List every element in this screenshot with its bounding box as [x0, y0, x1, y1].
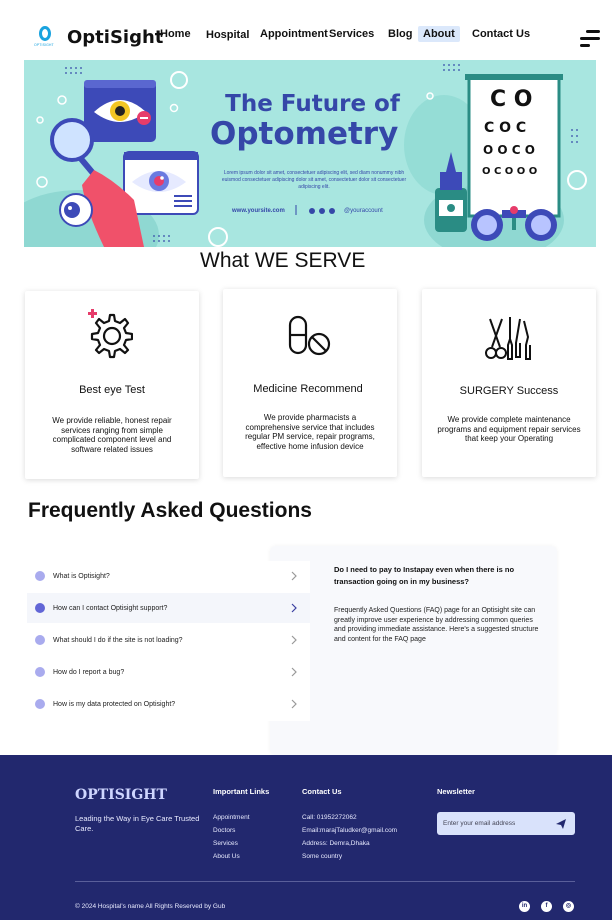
nav-home[interactable]: Home — [160, 28, 191, 40]
service-card-title: Best eye Test — [79, 384, 145, 396]
nav-appointment[interactable]: Appointment — [260, 28, 328, 40]
newsletter-form — [437, 812, 575, 835]
send-icon[interactable] — [555, 818, 567, 830]
hamburger-icon[interactable] — [580, 30, 600, 48]
bullet-dot-icon — [35, 603, 45, 613]
newsletter-email-input[interactable] — [437, 812, 547, 835]
hero-title: The Future of Optometry — [210, 89, 420, 152]
hero-account: @youraccount — [344, 208, 383, 214]
chevron-right-icon — [291, 667, 297, 677]
faq-question-list: What is Optisight? How can I contact Opt… — [27, 561, 310, 721]
faq-question: How do I report a bug? — [53, 668, 125, 676]
faq-question: How can I contact Optisight support? — [53, 604, 168, 612]
faq-question: How is my data protected on Optisight? — [53, 700, 176, 708]
logo-text: OptiSight — [67, 26, 164, 48]
nav-hospital[interactable]: Hospital — [206, 29, 249, 41]
svg-text:C O C: C O C — [484, 120, 526, 136]
footer-link-about[interactable]: About Us — [213, 853, 240, 860]
logo[interactable]: OPTISIGHT OptiSight — [34, 24, 163, 50]
serve-section-title: What WE SERVE — [200, 249, 366, 272]
faq-question: What is Optisight? — [53, 572, 110, 580]
service-card-surgery[interactable]: SURGERY Success We provide complete main… — [422, 289, 596, 477]
logo-drop-icon: OPTISIGHT — [34, 24, 56, 50]
faq-question: What should I do if the site is not load… — [53, 636, 183, 644]
footer-link-appointment[interactable]: Appointment — [213, 814, 250, 821]
service-card-eye-test[interactable]: Best eye Test We provide reliable, hones… — [25, 291, 199, 479]
footer-brand: OPTISIGHT — [75, 787, 167, 803]
footer-link-services[interactable]: Services — [213, 840, 238, 847]
footer-contact-country: Some country — [302, 853, 343, 860]
service-card-title: Medicine Recommend — [253, 383, 363, 395]
instagram-icon[interactable]: ◎ — [563, 901, 574, 912]
footer-copyright: © 2024 Hospital's name All Rights Reserv… — [75, 903, 226, 910]
footer-contact-phone: Call: 01952272062 — [302, 814, 357, 821]
chevron-right-icon — [291, 699, 297, 709]
faq-item[interactable]: What should I do if the site is not load… — [27, 625, 310, 655]
faq-item[interactable]: How can I contact Optisight support? — [27, 593, 310, 623]
footer-contact-email: Email:marajTaludker@gmail.com — [302, 827, 398, 834]
svg-text:O O C O: O O C O — [483, 143, 535, 157]
chevron-right-icon — [291, 603, 297, 613]
faq-item[interactable]: How do I report a bug? — [27, 657, 310, 687]
bullet-dot-icon — [35, 699, 45, 709]
chevron-right-icon — [291, 635, 297, 645]
footer: OPTISIGHT Leading the Way in Eye Care Tr… — [0, 755, 612, 920]
footer-newsletter-heading: Newsletter — [437, 787, 475, 796]
nav-services[interactable]: Services — [329, 28, 374, 40]
hero-title-line1: The Future of — [225, 91, 400, 117]
footer-tagline: Leading the Way in Eye Care Trusted Care… — [75, 814, 200, 833]
bullet-dot-icon — [35, 667, 45, 677]
hero-website: www.yoursite.com — [232, 208, 285, 214]
nav-contact[interactable]: Contact Us — [472, 28, 530, 40]
bullet-dot-icon — [35, 571, 45, 581]
service-card-desc: We provide reliable, honest repair servi… — [52, 416, 172, 454]
hero-banner: C O C O C O O C O O C O O O The Future o… — [24, 60, 596, 247]
faq-item[interactable]: How is my data protected on Optisight? — [27, 689, 310, 719]
faq-answer-question: Do I need to pay to Instapay even when t… — [334, 565, 515, 586]
linkedin-icon[interactable]: in — [519, 901, 530, 912]
service-card-desc: We provide pharmacists a comprehensive s… — [245, 413, 375, 451]
footer-contact-address: Address: Demra,Dhaka — [302, 840, 370, 847]
logo-subtext: OPTISIGHT — [34, 43, 54, 47]
faq-answer-panel: Do I need to pay to Instapay even when t… — [270, 546, 557, 755]
service-card-desc: We provide complete maintenance programs… — [437, 415, 581, 443]
surgical-tools-icon — [485, 317, 531, 360]
nav-about[interactable]: About — [418, 26, 460, 42]
faq-item[interactable]: What is Optisight? — [27, 561, 310, 591]
faq-answer-text: Frequently Asked Questions (FAQ) page fo… — [334, 607, 539, 643]
footer-divider — [75, 881, 575, 882]
chevron-right-icon — [291, 571, 297, 581]
pills-icon — [288, 315, 331, 356]
faq-section-title: Frequently Asked Questions — [28, 499, 312, 522]
top-navbar: OPTISIGHT OptiSight Home Hospital Appoin… — [0, 0, 612, 62]
hero-title-line2: Optometry — [210, 116, 399, 152]
footer-links-heading: Important Links — [213, 787, 270, 796]
footer-contact-heading: Contact Us — [302, 787, 342, 796]
facebook-icon[interactable]: f — [541, 901, 552, 912]
service-card-title: SURGERY Success — [459, 385, 559, 397]
hero-body-text: Lorem ipsum dolor sit amet, consectetuer… — [221, 170, 407, 190]
gear-plus-icon — [88, 309, 133, 359]
service-card-medicine[interactable]: Medicine Recommend We provide pharmacist… — [223, 289, 397, 477]
bullet-dot-icon — [35, 635, 45, 645]
nav-blog[interactable]: Blog — [388, 28, 412, 40]
svg-text:C O: C O — [490, 87, 533, 112]
footer-link-doctors[interactable]: Doctors — [213, 827, 235, 834]
svg-text:O C O O O: O C O O O — [482, 166, 537, 177]
